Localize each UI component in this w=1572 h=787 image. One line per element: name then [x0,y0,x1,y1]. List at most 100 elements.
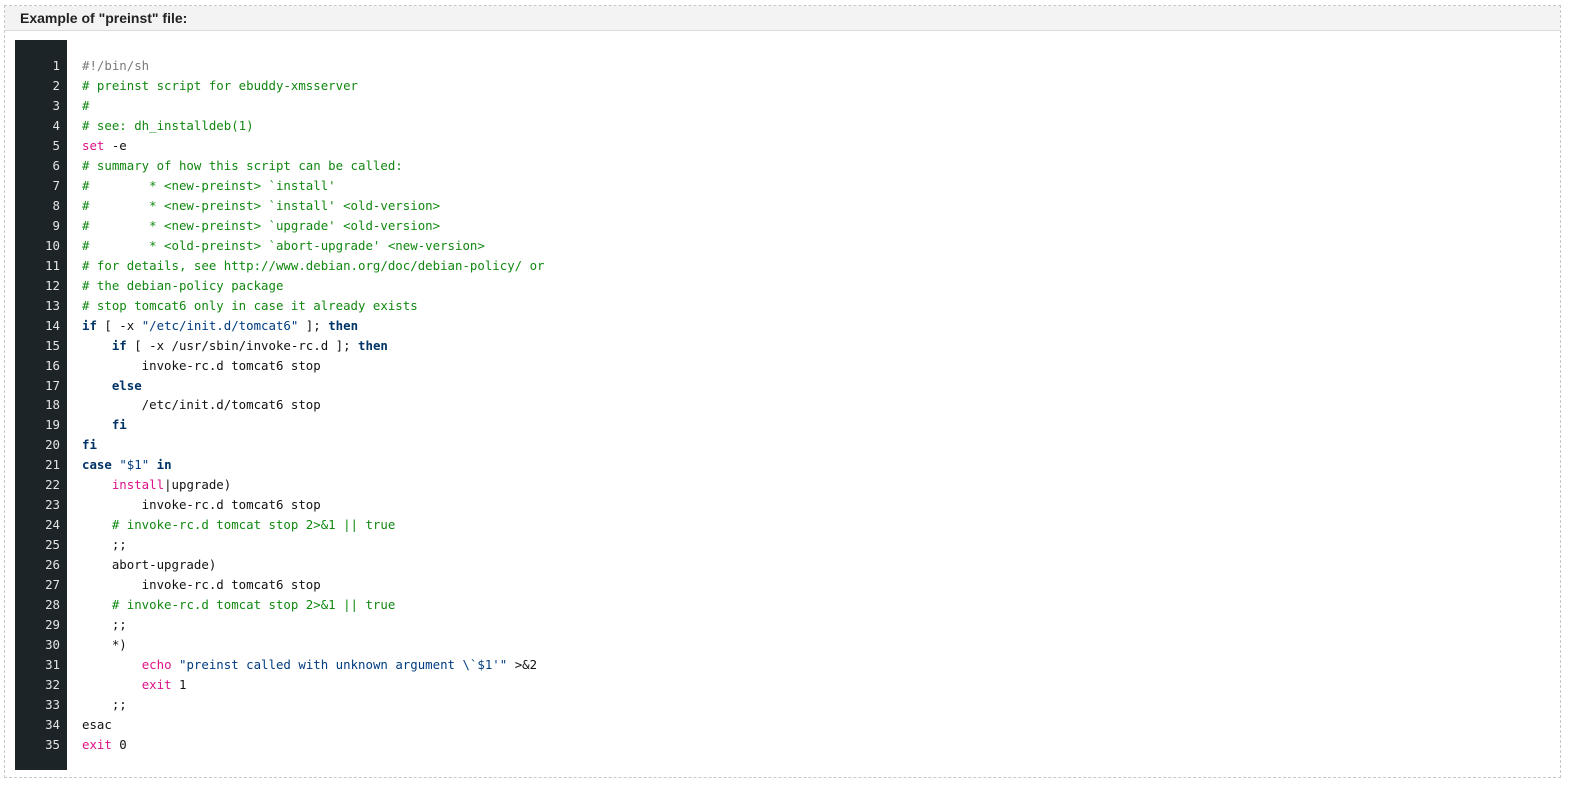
code-token-text: invoke-rc.d tomcat6 stop [82,577,321,593]
code-token-text: [ -x [96,317,142,333]
code-token-comment: # * <old-preinst> `abort-upgrade' <new-v… [82,237,485,253]
code-token-keyword: if [82,317,97,333]
code-token-text: ;; [82,617,127,633]
code-line: ;; [82,615,1554,635]
code-line: # * <new-preinst> `upgrade' <old-version… [82,216,1554,236]
code-line: #!/bin/sh [82,56,1554,76]
code-line: ;; [82,695,1554,715]
code-line: invoke-rc.d tomcat6 stop [82,495,1554,515]
code-line: invoke-rc.d tomcat6 stop [82,575,1554,595]
code-line: # see: dh_installdeb(1) [82,116,1554,136]
code-token-text: ;; [82,697,127,712]
code-token-text: ;; [82,537,127,553]
code-token-builtin: set [82,137,105,153]
line-number: 9 [52,217,60,233]
code-line: # summary of how this script can be call… [82,156,1554,176]
panel-title: Example of "preinst" file: [5,6,1560,31]
line-number: 35 [45,736,60,752]
code-token-comment: # * <new-preinst> `install' <old-version… [82,197,441,213]
code-token-builtin: echo [141,657,172,673]
code-token-text: /etc/init.d/tomcat6 stop [82,397,321,413]
line-number: 21 [45,457,60,473]
code-line: ;; [82,535,1554,555]
line-number: 16 [45,357,60,373]
code-line: install|upgrade) [82,475,1554,495]
code-token-keyword: then [358,337,388,353]
line-number: 22 [45,477,60,493]
code-token-shebang: #!/bin/sh [82,58,150,73]
line-number: 2 [52,77,60,93]
code-token-comment: # summary of how this script can be call… [82,157,403,173]
line-number: 23 [45,497,60,513]
code-block[interactable]: 1 2 3 4 5 6 7 8 9 10 11 12 13 14 15 16 17 18 19 20 21 22 23 24 2… [15,40,1554,770]
code-token-comment: # preinst script for ebuddy-xmsserver [82,77,359,93]
code-line: if [ -x /usr/sbin/invoke-rc.d ]; then [82,336,1554,356]
code-line: # * <old-preinst> `abort-upgrade' <new-v… [82,236,1554,256]
line-number: 32 [45,677,60,693]
code-token-comment: # the debian-policy package [82,277,284,293]
code-line: # [82,96,1554,116]
code-line: case "$1" in [82,455,1554,475]
code-line: # for details, see http://www.debian.org… [82,256,1554,276]
code-line: # * <new-preinst> `install' <old-version… [82,196,1554,216]
line-number: 5 [52,137,60,153]
code-line: # stop tomcat6 only in case it already e… [82,296,1554,316]
line-number: 15 [45,337,60,353]
line-number: 33 [45,697,60,712]
code-token-comment: # invoke-rc.d tomcat stop 2>&1 || true [111,597,396,613]
code-token-text: 0 [111,736,127,752]
code-token-keyword: in [156,457,172,473]
code-line: *) [82,635,1554,655]
code-token-keyword: else [111,377,142,393]
code-token-text: |upgrade) [164,477,232,493]
code-token-text: abort-upgrade) [82,557,217,573]
line-number: 17 [45,377,60,393]
line-number: 30 [45,637,60,653]
code-content[interactable]: #!/bin/sh # preinst script for ebuddy-xms… [67,40,1554,770]
code-line: set -e [82,136,1554,156]
code-line: if [ -x "/etc/init.d/tomcat6" ]; then [82,316,1554,336]
line-number: 14 [45,317,60,333]
code-token-comment: # invoke-rc.d tomcat stop 2>&1 || true [111,517,396,533]
code-line: # the debian-policy package [82,276,1554,296]
code-token-comment: # * <new-preinst> `upgrade' <old-version… [82,217,441,233]
line-number: 25 [45,537,60,553]
code-token-builtin: exit [141,677,172,693]
code-token-keyword: case [82,457,112,473]
code-line: # invoke-rc.d tomcat stop 2>&1 || true [82,515,1554,535]
line-number: 4 [52,117,60,133]
code-token-builtin: install [111,477,165,493]
code-line: abort-upgrade) [82,555,1554,575]
code-token-text: 1 [171,677,187,693]
line-number: 31 [45,657,60,673]
code-token-text: [ -x /usr/sbin/invoke-rc.d ]; [126,337,359,353]
code-line: # * <new-preinst> `install' [82,176,1554,196]
code-token-text: >&2 [507,657,538,673]
line-number: 29 [45,617,60,633]
line-number: 13 [45,297,60,313]
code-example-panel: Example of "preinst" file: 1 2 3 4 5 6 7 8 9 10 11… [4,5,1561,778]
code-token-comment: # see: dh_installdeb(1) [82,117,254,133]
code-token-comment: # [82,97,90,113]
code-token-text: invoke-rc.d tomcat6 stop [82,357,321,373]
code-token-text: esac [82,716,112,732]
line-number: 7 [52,177,60,193]
line-number: 24 [45,517,60,533]
line-number: 6 [52,157,60,173]
code-token-text: invoke-rc.d tomcat6 stop [82,497,321,513]
code-line: echo "preinst called with unknown argume… [82,655,1554,675]
code-token-keyword: if [111,337,127,353]
line-number: 26 [45,557,60,573]
code-line: fi [82,415,1554,435]
line-number: 3 [52,97,60,113]
code-line: invoke-rc.d tomcat6 stop [82,356,1554,376]
code-line: # invoke-rc.d tomcat stop 2>&1 || true [82,595,1554,615]
code-token-text: -e [104,137,127,153]
